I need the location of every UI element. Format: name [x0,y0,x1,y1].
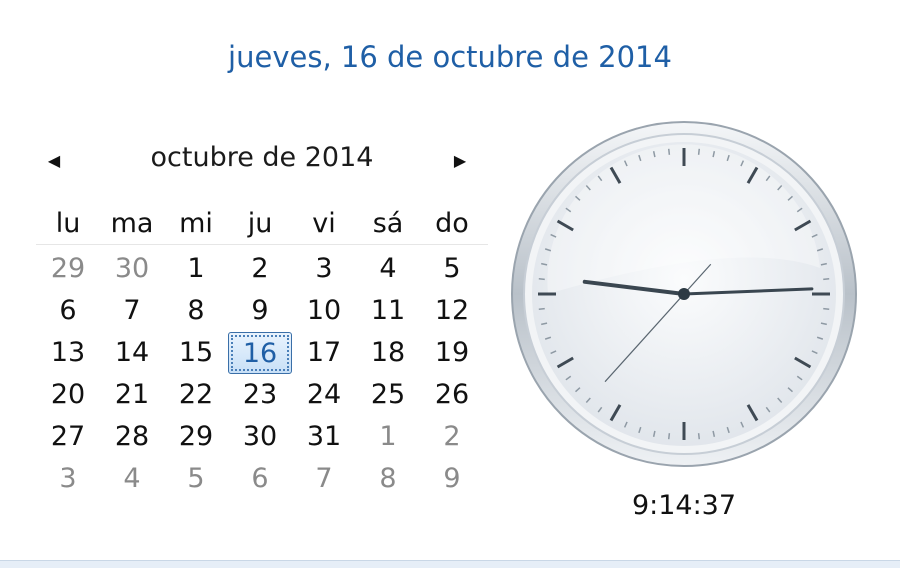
calendar-day[interactable]: 30 [100,248,164,290]
calendar-day[interactable]: 24 [292,374,356,416]
calendar-day[interactable]: 11 [356,290,420,332]
calendar-day[interactable]: 17 [292,332,356,374]
calendar-day[interactable]: 4 [100,458,164,500]
calendar-day[interactable]: 8 [164,290,228,332]
calendar-day[interactable]: 3 [292,248,356,290]
calendar-day[interactable]: 3 [36,458,100,500]
calendar-day[interactable]: 1 [164,248,228,290]
calendar-day[interactable]: 10 [292,290,356,332]
calendar-day[interactable]: 15 [164,332,228,374]
calendar-day[interactable]: 9 [228,290,292,332]
minute-tick [538,277,545,281]
calendar-day[interactable]: 9 [420,458,484,500]
calendar-day[interactable]: 7 [292,458,356,500]
calendar-day[interactable]: 26 [420,374,484,416]
digital-time: 9:14:37 [631,490,737,521]
calendar-day[interactable]: 2 [420,416,484,458]
weekday-label: mi [179,208,213,239]
calendar-day[interactable]: 20 [36,374,100,416]
previous-month-button[interactable]: ◀ [42,148,66,172]
calendar-day[interactable]: 6 [36,290,100,332]
calendar-day[interactable]: 27 [36,416,100,458]
calendar-day[interactable]: 8 [356,458,420,500]
calendar-day[interactable]: 2 [228,248,292,290]
calendar-day[interactable]: 4 [356,248,420,290]
calendar-day[interactable]: 5 [164,458,228,500]
calendar-day-today[interactable]: 16 [228,332,292,374]
calendar-day[interactable]: 23 [228,374,292,416]
weekday-header-row: lu ma mi ju vi sá do [36,204,488,245]
weekday-label: vi [312,208,336,239]
weekday-label: do [435,208,469,239]
calendar-day[interactable]: 19 [420,332,484,374]
calendar-day[interactable]: 1 [356,416,420,458]
minute-tick [667,148,671,155]
weekday-label: lu [55,208,81,239]
calendar-day[interactable]: 12 [420,290,484,332]
weekday-label: ju [247,208,273,239]
calendar-day[interactable]: 31 [292,416,356,458]
triangle-left-icon: ◀ [47,150,61,170]
minute-tick [697,148,701,155]
minute-tick [823,277,830,281]
clock-center-pin [678,288,690,300]
weekday-label: sá [372,208,404,239]
calendar-day[interactable]: 29 [164,416,228,458]
minute-tick [823,307,830,311]
weekday-label: ma [110,208,154,239]
calendar-day[interactable]: 29 [36,248,100,290]
calendar-day[interactable]: 18 [356,332,420,374]
calendar-day[interactable]: 30 [228,416,292,458]
minute-tick [538,307,545,311]
long-date-link[interactable]: jueves, 16 de octubre de 2014 [0,40,900,74]
calendar-day[interactable]: 21 [100,374,164,416]
calendar-day[interactable]: 5 [420,248,484,290]
triangle-right-icon: ▶ [453,150,467,170]
calendar-day[interactable]: 22 [164,374,228,416]
calendar: ◀ octubre de 2014 ▶ lu ma mi ju vi sá do… [36,138,488,498]
analog-clock [511,121,857,467]
calendar-day[interactable]: 14 [100,332,164,374]
calendar-day[interactable]: 28 [100,416,164,458]
day-grid: 29 30 1 2 3 4 5 6 7 8 9 10 11 12 13 14 15 16 17 18 19 20 21 22 2… [36,248,488,500]
month-title[interactable]: octubre de 2014 [76,142,448,173]
calendar-day[interactable]: 6 [228,458,292,500]
calendar-day[interactable]: 13 [36,332,100,374]
calendar-day[interactable]: 7 [100,290,164,332]
minute-tick [667,433,671,440]
next-month-button[interactable]: ▶ [448,148,472,172]
calendar-day[interactable]: 25 [356,374,420,416]
minute-tick [697,433,701,440]
